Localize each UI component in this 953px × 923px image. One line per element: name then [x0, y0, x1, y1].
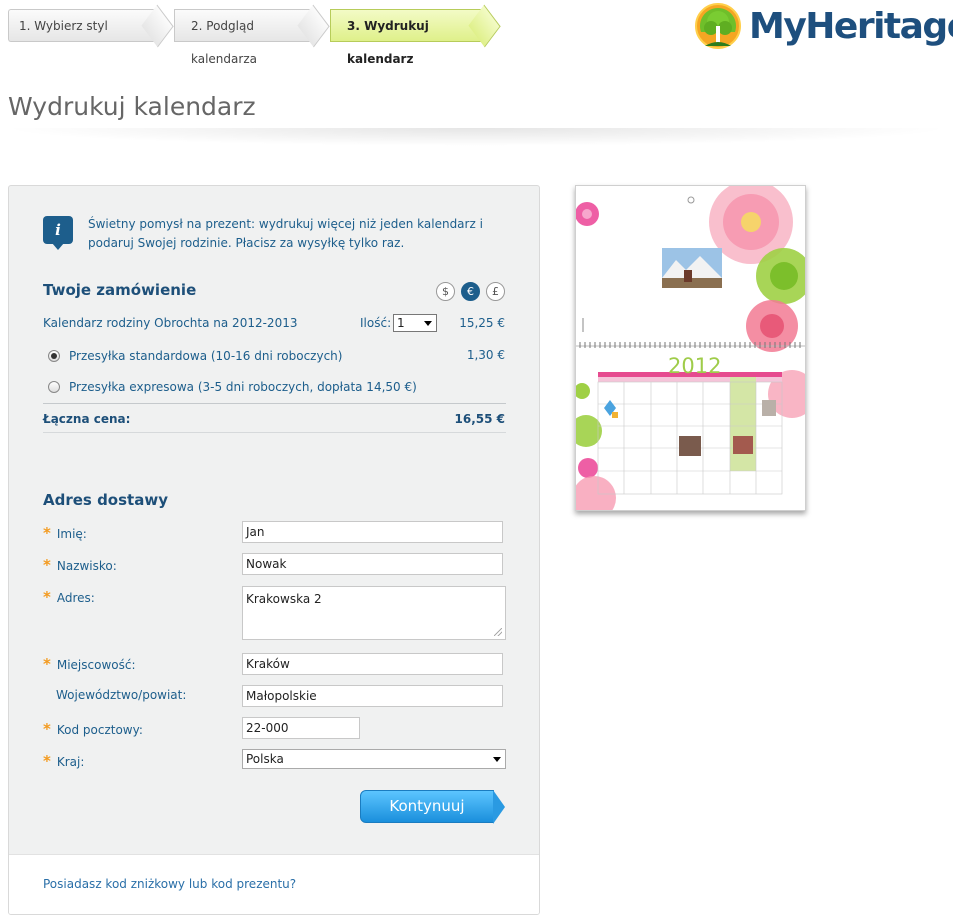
region-field[interactable]: Małopolskie: [242, 685, 503, 707]
street-textarea[interactable]: Krakowska 2: [242, 586, 506, 640]
shipping-standard-radio[interactable]: [48, 350, 60, 362]
currency-usd[interactable]: $: [436, 282, 455, 301]
item-price: 15,25 €: [459, 316, 505, 330]
step-print-calendar[interactable]: 3. Wydrukuj kalendarz: [330, 9, 485, 66]
shipping-standard-label[interactable]: Przesyłka standardowa (10-16 dni roboczy…: [69, 349, 342, 363]
street-value: Krakowska 2: [246, 592, 322, 606]
panel-footer: Posiadasz kod zniżkowy lub kod prezentu?: [9, 854, 539, 914]
chevron-down-icon: [493, 757, 501, 762]
step-label: 2. Podgląd kalendarza: [191, 19, 257, 66]
step-label: 3. Wydrukuj kalendarz: [347, 19, 429, 66]
page-title: Wydrukuj kalendarz: [8, 92, 256, 121]
address-section-title: Adres dostawy: [43, 491, 168, 509]
discount-code-link[interactable]: Posiadasz kod zniżkowy lub kod prezentu?: [43, 877, 296, 891]
total-label: Łączna cena:: [43, 412, 131, 426]
city-label: * Miejscowość:: [43, 655, 136, 673]
tree-logo-icon: [695, 3, 741, 49]
first-name-field[interactable]: Jan: [242, 521, 503, 543]
order-item-label: Kalendarz rodziny Obrochta na 2012-2013: [43, 316, 298, 330]
info-message: Świetny pomysł na prezent: wydrukuj więc…: [88, 217, 483, 250]
field-label-text: Kod pocztowy:: [56, 723, 143, 737]
calendar-preview: 2012 KWIETNIA: [575, 185, 806, 511]
field-label-text: Adres:: [56, 591, 95, 605]
info-icon: i: [43, 216, 73, 250]
step-preview-calendar[interactable]: 2. Podgląd kalendarza: [174, 9, 314, 66]
required-mark: *: [43, 524, 51, 542]
title-divider: [0, 128, 953, 146]
shipping-express-label[interactable]: Przesyłka expresowa (3-5 dni roboczych, …: [69, 380, 417, 394]
country-value: Polska: [246, 752, 284, 766]
currency-eur[interactable]: €: [461, 282, 480, 301]
currency-gbp[interactable]: £: [486, 282, 505, 301]
field-label-text: Kraj:: [56, 755, 85, 769]
required-mark: *: [43, 588, 51, 606]
order-divider: [43, 403, 506, 404]
field-label-text: Imię:: [56, 527, 87, 541]
required-mark: *: [43, 720, 51, 738]
step-choose-style[interactable]: 1. Wybierz styl: [8, 9, 158, 42]
order-panel: i Świetny pomysł na prezent: wydrukuj wi…: [8, 185, 540, 915]
step-label: 1. Wybierz styl: [19, 19, 108, 33]
quantity-select[interactable]: 1: [393, 314, 437, 332]
shipping-express-radio[interactable]: [48, 381, 60, 393]
shipping-standard-price: 1,30 €: [466, 348, 505, 362]
required-mark: *: [43, 556, 51, 574]
required-mark: *: [43, 752, 51, 770]
quantity-label: Ilość:: [360, 316, 392, 330]
street-label: * Adres:: [43, 588, 95, 606]
wizard-steps: 1. Wybierz styl 2. Podgląd kalendarza 3.…: [8, 9, 501, 66]
field-label-text: Miejscowość:: [56, 658, 136, 672]
country-select[interactable]: Polska: [242, 749, 506, 769]
resize-grip-icon[interactable]: [494, 628, 502, 636]
country-label: * Kraj:: [43, 752, 84, 770]
region-label: Województwo/powiat:: [56, 688, 187, 702]
first-name-label: * Imię:: [43, 524, 87, 542]
chevron-down-icon: [420, 315, 436, 331]
order-section-title: Twoje zamówienie: [43, 281, 197, 299]
city-field[interactable]: Kraków: [242, 653, 503, 675]
calendar-year: 2012: [668, 354, 722, 378]
zip-label: * Kod pocztowy:: [43, 720, 143, 738]
zip-field[interactable]: 22-000: [242, 717, 360, 739]
total-divider: [43, 432, 506, 433]
quantity-value: 1: [397, 316, 405, 330]
field-label-text: Nazwisko:: [56, 559, 117, 573]
required-mark: *: [43, 655, 51, 673]
myheritage-logo[interactable]: MyHeritage: [691, 2, 953, 50]
total-price: 16,55 €: [454, 412, 505, 426]
calendar-artwork: [576, 186, 805, 510]
brand-name: MyHeritage: [749, 5, 953, 47]
last-name-field[interactable]: Nowak: [242, 553, 503, 575]
last-name-label: * Nazwisko:: [43, 556, 117, 574]
calendar-month: KWIETNIA: [600, 366, 634, 373]
continue-button[interactable]: Kontynuuj: [360, 790, 505, 824]
